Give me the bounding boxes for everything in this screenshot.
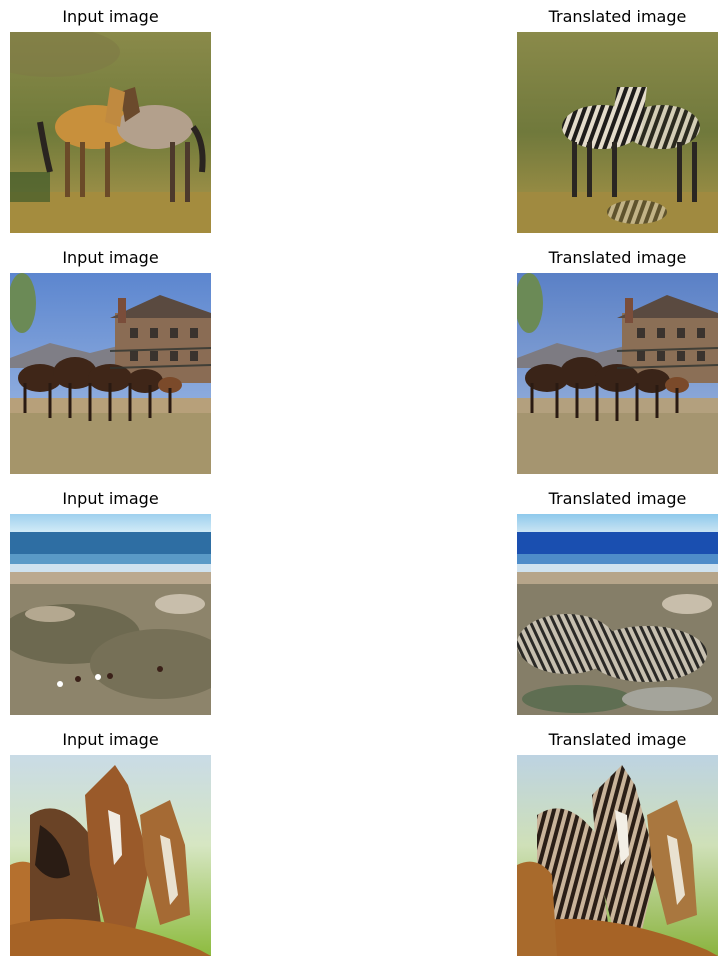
input-image-title-4: Input image	[62, 730, 159, 749]
input-image-title-2: Input image	[62, 248, 159, 267]
translated-image-title-4: Translated image	[548, 730, 687, 749]
translated-image-2	[517, 273, 718, 474]
translated-image-4	[517, 755, 718, 956]
input-image-title-3: Input image	[62, 489, 159, 508]
translated-image-3	[517, 514, 718, 715]
translated-image-title-3: Translated image	[548, 489, 687, 508]
translated-image-title-2: Translated image	[548, 248, 687, 267]
input-image-4	[10, 755, 211, 956]
input-image-1	[10, 32, 211, 233]
input-image-3	[10, 514, 211, 715]
input-image-title-1: Input image	[62, 7, 159, 26]
translated-image-1	[517, 32, 718, 233]
translated-image-title-1: Translated image	[548, 7, 687, 26]
input-image-2	[10, 273, 211, 474]
